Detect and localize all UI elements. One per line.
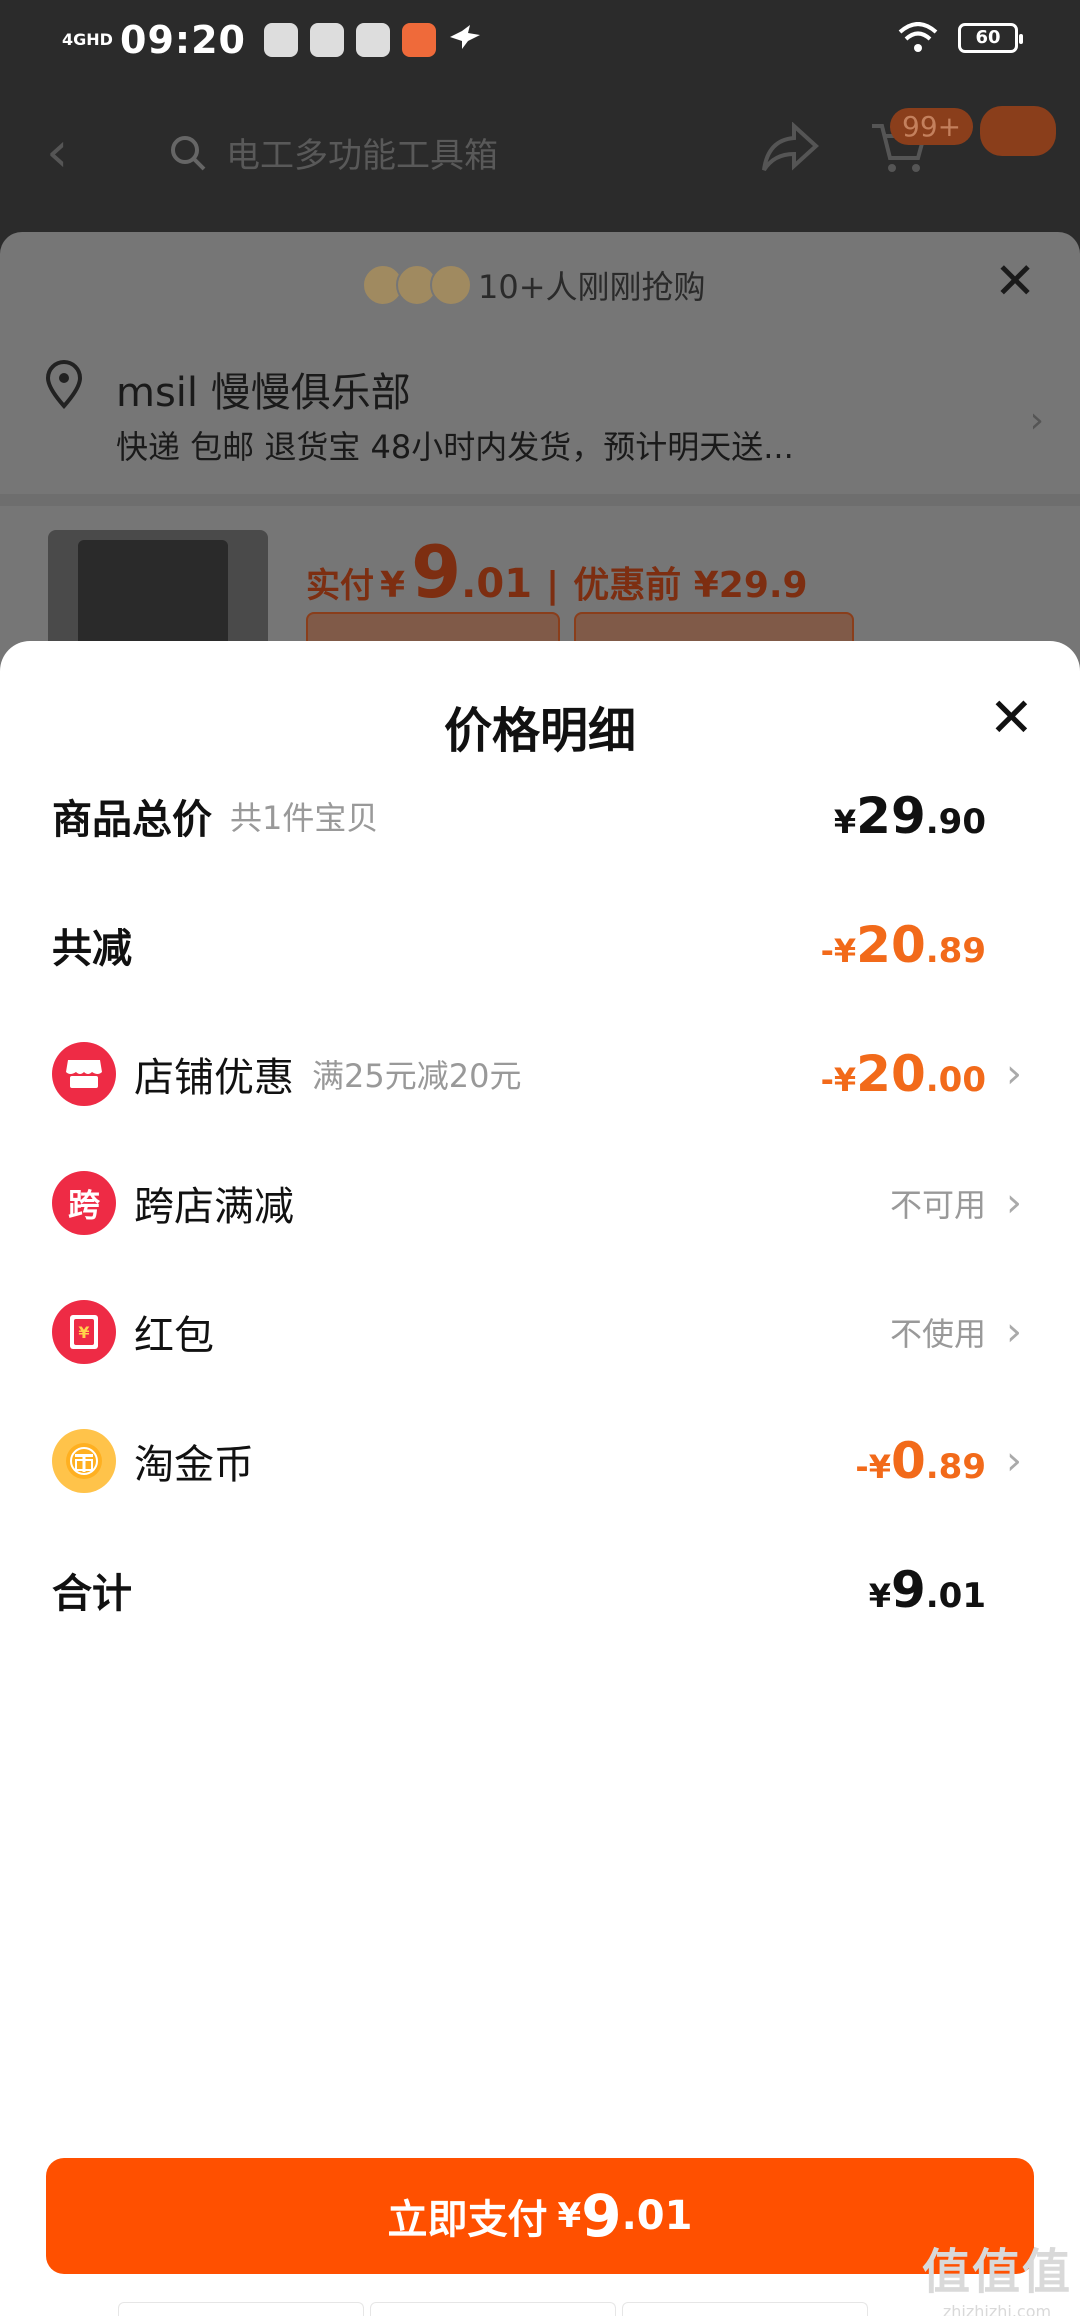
pay-now-button[interactable]: 立即支付 ¥ 9 .01 (46, 2158, 1034, 2274)
address-name: msil 慢慢俱乐部 (116, 370, 411, 416)
divider (0, 494, 1080, 506)
sku-sheet: 10+人刚刚抢购 ✕ msil 慢慢俱乐部 快递 包邮 退货宝 48小时内发货，… (0, 232, 1080, 672)
total-amount: ¥29.90 (833, 787, 986, 845)
cross-store-status: 不可用 (889, 1186, 986, 1224)
app-notification-icon (309, 23, 344, 57)
chevron-right-icon: › (1029, 400, 1044, 441)
chevron-right-icon: › (1006, 1309, 1022, 1355)
battery-indicator: 60 (958, 23, 1023, 53)
chevron-right-icon: › (1006, 1051, 1022, 1097)
coin-icon (52, 1429, 116, 1493)
video-notification-icon (355, 23, 390, 57)
shop-discount-amount: -¥ 20.00 (820, 1045, 986, 1103)
search-placeholder: 电工多功能工具箱 (226, 136, 498, 176)
total-label: 商品总价 (52, 797, 212, 843)
item-count: 共1件宝贝 (230, 799, 379, 837)
delivery-info: 快递 包邮 退货宝 48小时内发货，预计明天送... (116, 428, 794, 466)
close-icon[interactable]: ✕ (989, 691, 1034, 745)
price-detail-sheet: 价格明细 ✕ 商品总价 共1件宝贝 ¥29.90 共减 -¥ 20.89 店铺优惠… (0, 641, 1080, 2316)
status-bar: 4GHD 09:20 60 (0, 0, 1080, 80)
total-discount-row: 共减 -¥ 20.89 (52, 905, 1028, 985)
cart-badge: 99+ (890, 108, 974, 145)
discount-label: 共减 (52, 926, 132, 972)
search-icon (171, 135, 206, 170)
taojinbi-row[interactable]: 淘金币 -¥ 0.89 › (52, 1421, 1028, 1501)
taojinbi-label: 淘金币 (134, 1442, 254, 1488)
svg-text:¥: ¥ (78, 1323, 89, 1342)
red-packet-row[interactable]: ¥ 红包 不使用 › (52, 1292, 1028, 1372)
clock: 09:20 (120, 18, 246, 62)
chevron-right-icon: › (1006, 1180, 1022, 1226)
watermark: 值值值 zhizhizhi.com (922, 2244, 1073, 2316)
discount-amount: -¥ 20.89 (820, 916, 986, 974)
game-notification-icon (401, 23, 436, 57)
buyer-avatars (362, 264, 472, 306)
cross-store-label: 跨店满减 (134, 1184, 294, 1230)
red-packet-label: 红包 (134, 1313, 214, 1359)
sheet-title: 价格明细 (443, 703, 636, 759)
location-pin-icon (45, 360, 83, 410)
top-nav: ‹ 电工多功能工具箱 99+ (0, 100, 1080, 200)
share-icon[interactable] (760, 122, 820, 174)
price-before: 优惠前 ¥29.9 (573, 565, 808, 606)
buyers-text: 10+人刚刚抢购 (478, 268, 706, 306)
sku-price: 实付 ¥ 9 .01 | 优惠前 ¥29.9 (306, 530, 808, 614)
message-icon[interactable] (980, 106, 1056, 156)
shop-discount-label: 店铺优惠 (134, 1055, 294, 1101)
sum-label: 合计 (52, 1571, 132, 1617)
red-packet-icon: ¥ (52, 1300, 116, 1364)
search-bar[interactable]: 电工多功能工具箱 (168, 128, 498, 177)
shop-discount-row[interactable]: 店铺优惠 满25元减20元 -¥ 20.00 › (52, 1034, 1028, 1114)
total-price-row: 商品总价 共1件宝贝 ¥29.90 (52, 776, 1028, 856)
sum-row: 合计 ¥9.01 (52, 1550, 1028, 1630)
cross-store-discount-row[interactable]: 跨 跨店满减 不可用 › (52, 1163, 1028, 1243)
taojinbi-amount: -¥ 0.89 (855, 1432, 986, 1490)
shop-discount-rule: 满25元减20元 (312, 1057, 522, 1095)
bottom-tab-edges (118, 2302, 868, 2316)
taobao-notification-icon (263, 23, 298, 57)
shop-icon (52, 1042, 116, 1106)
sum-amount: ¥9.01 (868, 1561, 986, 1619)
bird-icon (449, 25, 480, 49)
cross-store-icon: 跨 (52, 1171, 116, 1235)
chevron-right-icon: › (1006, 1438, 1022, 1484)
back-icon[interactable]: ‹ (46, 120, 68, 185)
network-indicator: 4GHD (62, 30, 113, 49)
recent-buyers: 10+人刚刚抢购 (362, 262, 706, 308)
wifi-icon (898, 22, 938, 52)
sku-close-icon[interactable]: ✕ (994, 252, 1036, 310)
pay-button-label: 立即支付 (387, 2197, 548, 2243)
red-packet-status: 不使用 (889, 1315, 986, 1353)
